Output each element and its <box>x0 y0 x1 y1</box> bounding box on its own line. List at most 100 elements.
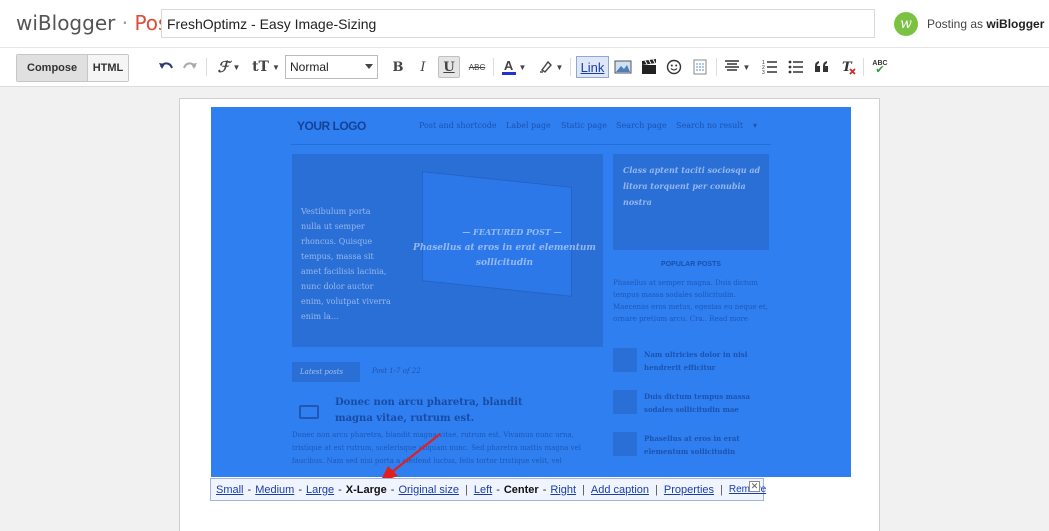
insert-image-icon[interactable] <box>612 56 634 78</box>
chevron-down-icon: ▼ <box>271 62 280 72</box>
image-options-bubble: Small - Medium - Large - X-Large - Original size… <box>210 478 766 501</box>
editor-toolbar: Compose HTML ℱ ▼ tT ▼ Normal B I U ABC A ▼ … <box>0 48 1049 87</box>
size-original-link[interactable]: Original size <box>398 484 459 496</box>
post-title-input[interactable] <box>161 9 875 38</box>
spellcheck-glyph: ABC ✔ <box>872 60 887 76</box>
posting-as-text: Posting as wiBlogger <box>927 17 1044 31</box>
preview-nav-item: Static page <box>561 121 608 130</box>
spellcheck-icon[interactable]: ABC ✔ <box>869 56 891 78</box>
italic-button[interactable]: I <box>412 56 434 78</box>
preview-logo: YOUR LOGO <box>297 119 366 133</box>
preview-featured-label: — FEATURED POST — <box>462 227 562 237</box>
separator-dash: - <box>496 483 500 496</box>
bulleted-list-icon[interactable] <box>785 56 807 78</box>
brand: wiBlogger · Post <box>16 11 176 35</box>
underline-button[interactable]: U <box>438 56 460 78</box>
properties-link[interactable]: Properties <box>664 484 714 496</box>
font-size-button[interactable]: tT ▼ <box>251 56 281 78</box>
format-value: Normal <box>290 60 329 74</box>
preview-featured-image: Vestibulum porta nulla ut semper rhoncus… <box>292 154 603 347</box>
preview-nav-item: Search page <box>616 121 667 130</box>
brand-name: wiBlogger <box>16 11 116 35</box>
numbered-list-icon[interactable]: 123 <box>759 56 781 78</box>
compose-button[interactable]: Compose <box>17 55 88 81</box>
bold-button[interactable]: B <box>387 56 409 78</box>
emoji-icon[interactable] <box>663 56 685 78</box>
preview-side-image: Class aptent taciti sociosqu ad litora t… <box>613 154 769 250</box>
preview-latest-count: Post 1-7 of 22 <box>372 367 421 375</box>
brand-separator: · <box>115 11 135 35</box>
separator-dash: - <box>338 483 342 496</box>
toolbar-divider <box>570 58 571 76</box>
text-color-button[interactable]: A ▼ <box>499 56 529 78</box>
separator-bar: | <box>720 483 723 496</box>
align-icon <box>724 59 740 76</box>
toolbar-divider <box>493 58 494 76</box>
size-large-link[interactable]: Large <box>306 484 334 496</box>
preview-thumb <box>613 390 637 414</box>
text-color-swatch <box>501 71 516 75</box>
size-medium-link[interactable]: Medium <box>255 484 294 496</box>
size-xlarge-current: X-Large <box>345 483 387 496</box>
separator-bar: | <box>464 483 468 496</box>
preview-nav-item: Post and shortcode <box>419 121 497 130</box>
chevron-down-icon: ▼ <box>518 62 527 72</box>
chevron-down-icon: ▼ <box>555 62 564 72</box>
preview-featured-title: Phasellus at eros in erat elementum soll… <box>413 243 596 268</box>
close-icon[interactable]: ✕ <box>749 481 760 492</box>
toolbar-divider <box>863 58 864 76</box>
html-button[interactable]: HTML <box>88 55 128 81</box>
link-button[interactable]: Link <box>576 56 609 78</box>
toolbar-divider <box>716 58 717 76</box>
quote-icon[interactable] <box>811 56 833 78</box>
highlight-button[interactable]: ▼ <box>536 56 566 78</box>
posting-as: w Posting as wiBlogger <box>894 12 1044 36</box>
separator-dash: - <box>542 483 547 496</box>
preview-nav-item: Search no result <box>676 121 744 130</box>
undo-icon[interactable] <box>155 56 177 78</box>
align-right-link[interactable]: Right <box>550 484 576 496</box>
text-color-label: A <box>503 57 514 73</box>
preview-featured-left-text: Vestibulum porta nulla ut semper rhoncus… <box>301 207 391 321</box>
remove-formatting-icon[interactable]: T <box>838 56 860 78</box>
app-header: wiBlogger · Post w Posting as wiBlogger <box>0 0 1049 48</box>
separator-dash: - <box>390 483 395 496</box>
posting-as-prefix: Posting as <box>927 17 987 31</box>
toolbar-divider <box>206 58 207 76</box>
add-caption-link[interactable]: Add caption <box>591 484 649 496</box>
font-family-button[interactable]: ℱ ▼ <box>214 56 244 78</box>
highlight-icon <box>539 59 553 76</box>
separator-dash: - <box>298 483 302 496</box>
separator-bar: | <box>582 483 585 496</box>
jump-break-icon[interactable] <box>689 56 711 78</box>
selected-image[interactable]: YOUR LOGO Post and shortcode Label page … <box>211 107 851 477</box>
align-left-link[interactable]: Left <box>474 484 492 496</box>
posting-as-user: wiBlogger <box>986 17 1045 31</box>
redo-icon[interactable] <box>179 56 201 78</box>
chevron-down-icon: ▼ <box>742 62 751 72</box>
preview-post-title: Donec non arcu pharetra, blandit magna v… <box>335 397 523 424</box>
strikethrough-button[interactable]: ABC <box>465 56 489 78</box>
separator-dash: - <box>247 483 252 496</box>
preview-thumb <box>613 432 637 456</box>
format-select[interactable]: Normal <box>285 55 378 79</box>
align-center-current: Center <box>503 483 539 496</box>
avatar[interactable]: w <box>894 12 918 36</box>
preview-popular-heading: POPULAR POSTS <box>661 261 721 268</box>
mode-switch: Compose HTML <box>16 54 129 82</box>
align-button[interactable]: ▼ <box>722 56 752 78</box>
text-color-icon: A <box>501 57 516 75</box>
preview-popular-item: Nam ultricies dolor in nisl hendrerit ef… <box>644 350 748 372</box>
check-mark-icon: ✔ <box>875 64 885 76</box>
preview-divider <box>291 144 771 145</box>
preview-latest-tag: Latest posts <box>292 362 360 382</box>
preview-thumb <box>613 348 637 372</box>
font-size-icon: tT <box>252 59 269 75</box>
insert-video-icon[interactable] <box>638 56 660 78</box>
preview-popular-item: Duis dictum tempus massa sodales sollici… <box>644 392 750 414</box>
separator-bar: | <box>655 483 658 496</box>
camera-icon <box>299 405 319 419</box>
size-small-link[interactable]: Small <box>216 484 244 496</box>
chevron-down-icon: ▼ <box>232 62 241 72</box>
remove-link[interactable]: Remove <box>729 484 766 495</box>
